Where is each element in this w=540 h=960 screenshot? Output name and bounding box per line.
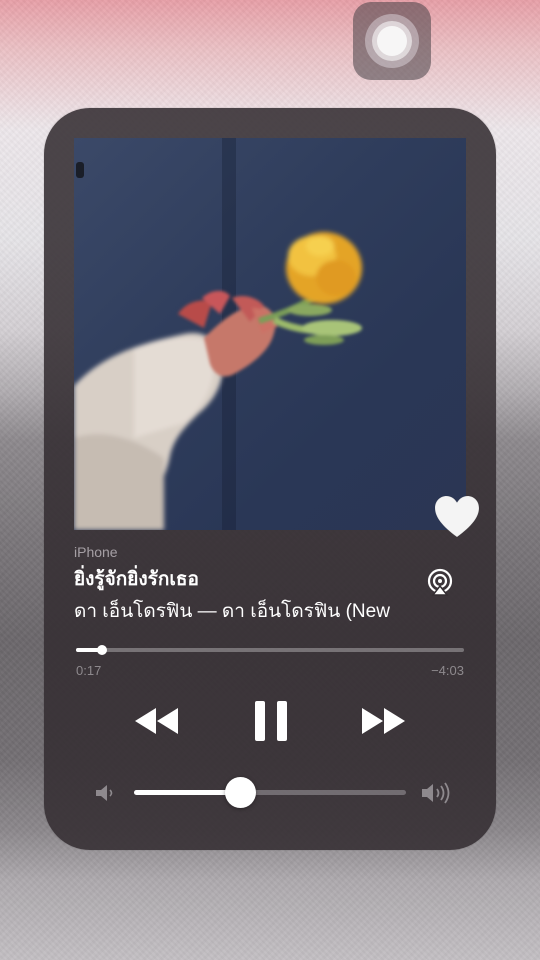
assistive-touch-icon-center <box>377 26 407 56</box>
assistive-touch-button[interactable] <box>353 2 431 80</box>
elapsed-time: 0:17 <box>76 663 102 678</box>
heart-icon[interactable] <box>432 493 482 541</box>
airplay-audio-icon[interactable] <box>426 568 454 596</box>
playback-scrubber[interactable] <box>76 645 464 655</box>
pause-icon <box>255 701 287 741</box>
artist-album-line: ดา เอ็นโดรฟิน — ดา เอ็นโดรฟิน (New <box>74 601 390 622</box>
album-artwork[interactable] <box>74 138 466 530</box>
output-device-label: iPhone <box>74 544 118 560</box>
volume-slider-knob[interactable] <box>225 777 257 808</box>
pause-button[interactable] <box>254 700 288 742</box>
now-playing-card: iPhone ยิ่งรู้จักยิ่งรักเธอ ดา เอ็นโดรฟิ… <box>44 108 496 850</box>
rewind-button[interactable] <box>132 704 180 738</box>
volume-slider[interactable] <box>134 777 406 808</box>
remaining-time: −4:03 <box>431 663 464 678</box>
fast-forward-icon <box>362 708 405 734</box>
playback-scrubber-knob[interactable] <box>96 645 107 655</box>
artwork-illustration <box>74 232 362 530</box>
speaker-high-icon <box>422 782 450 804</box>
song-title: ยิ่งรู้จักยิ่งรักเธอ <box>74 569 199 590</box>
speaker-low-icon <box>96 785 113 801</box>
rewind-icon <box>135 708 178 734</box>
fast-forward-button[interactable] <box>360 704 408 738</box>
